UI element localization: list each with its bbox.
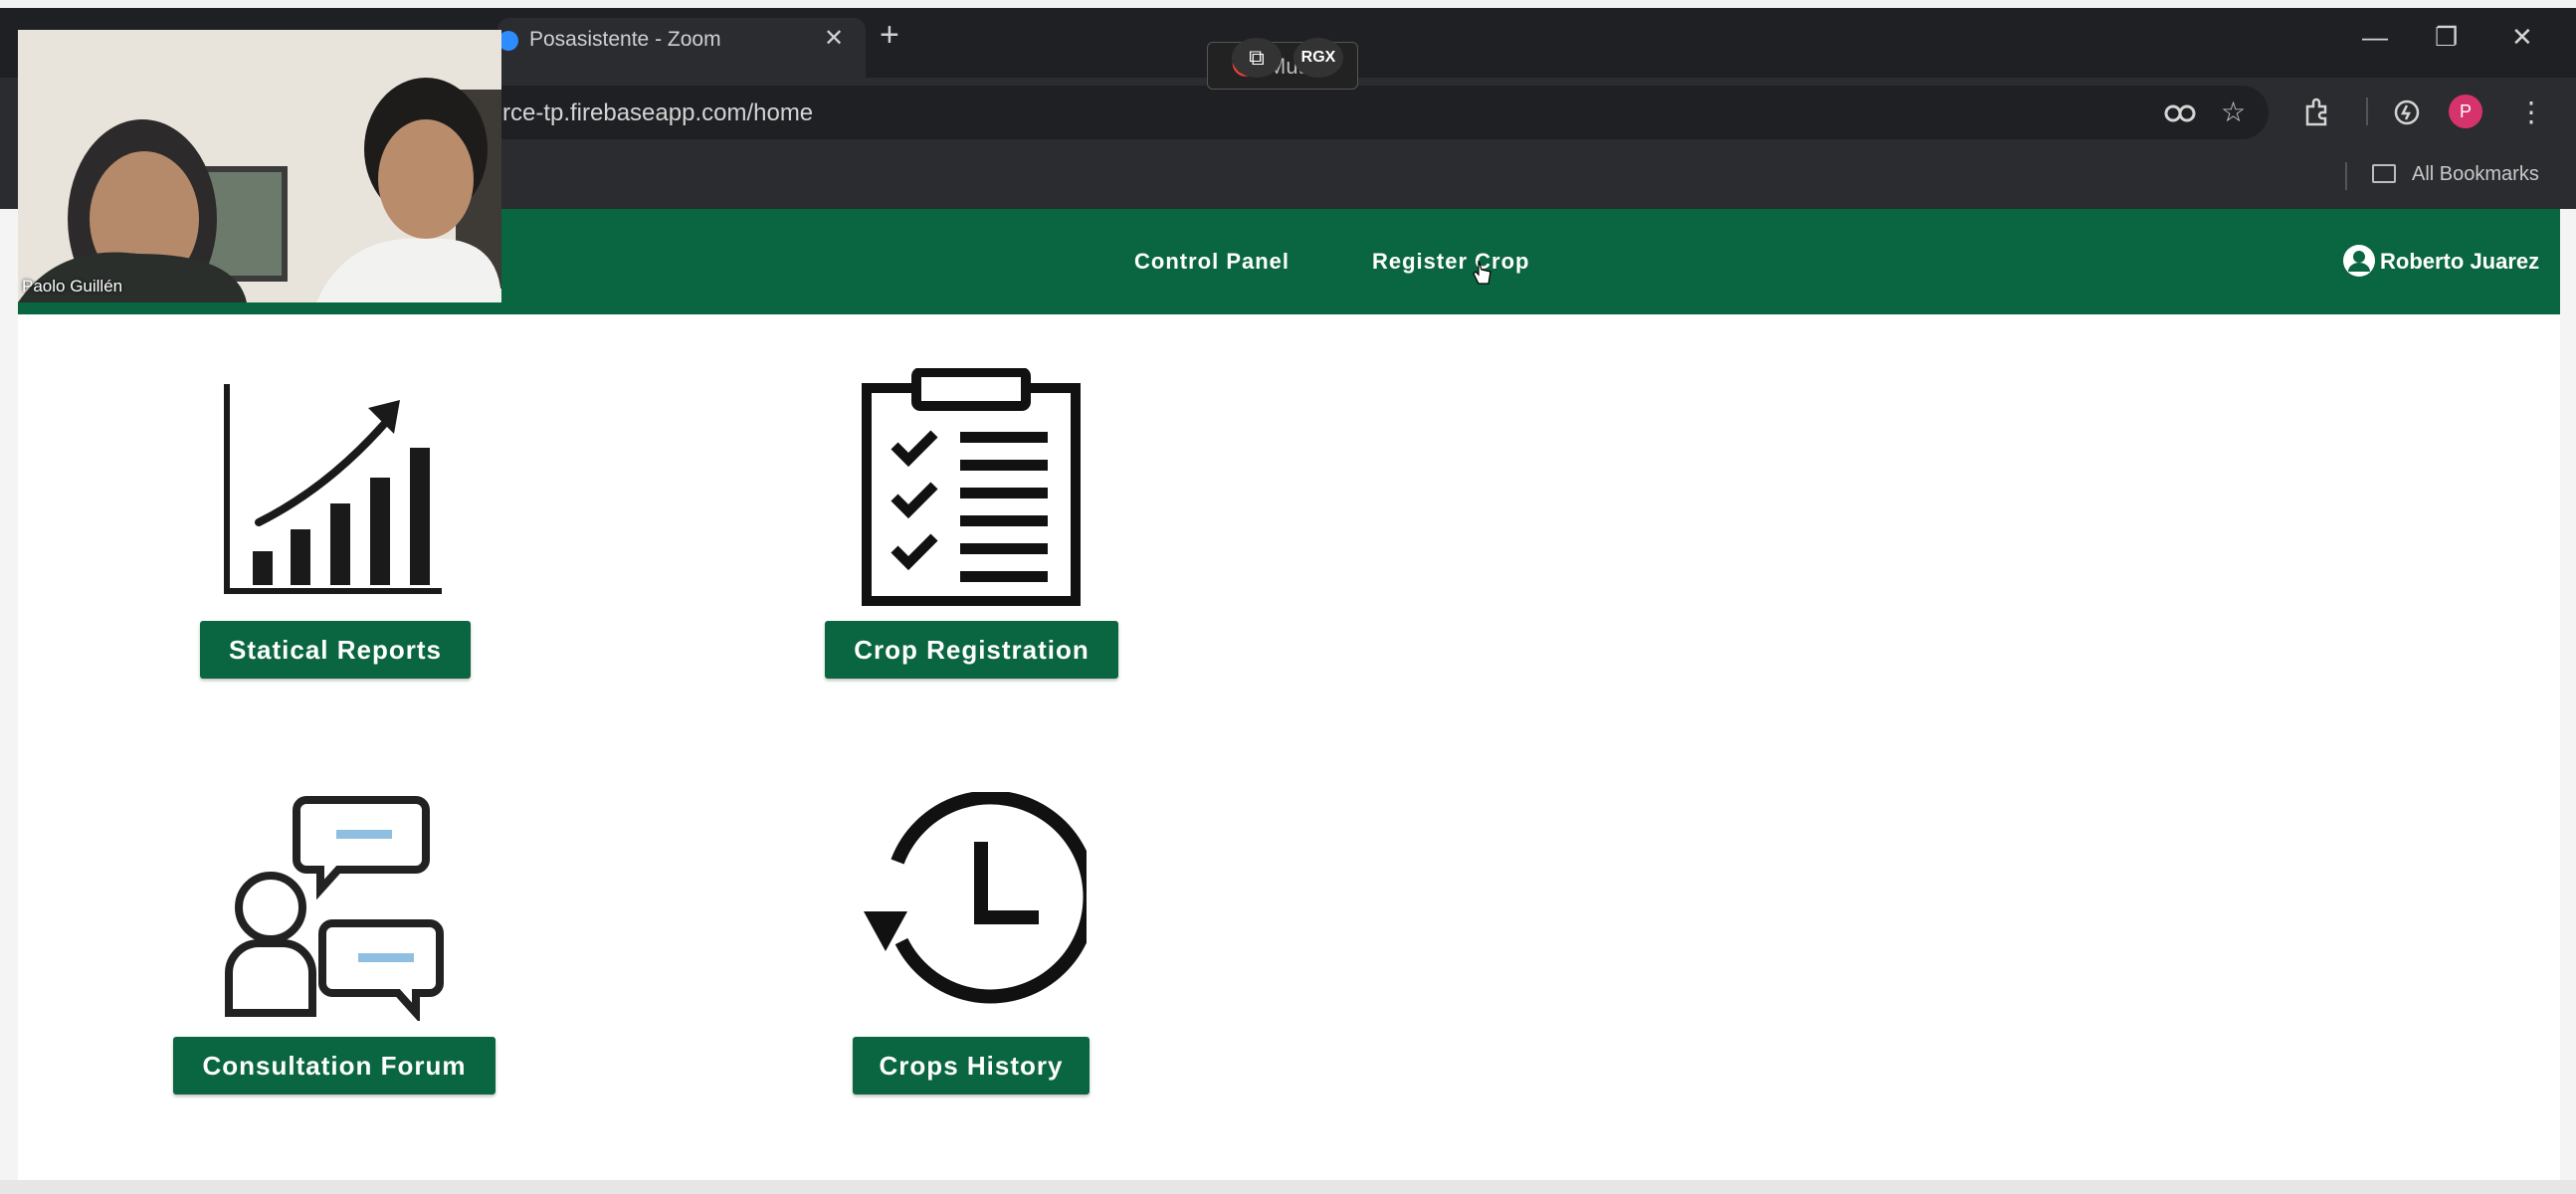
bar-chart-growth-icon xyxy=(224,384,442,594)
url-text[interactable]: rce-tp.firebaseapp.com/home xyxy=(502,100,813,127)
statical-reports-button[interactable]: Statical Reports xyxy=(200,621,471,679)
extensions-icon[interactable] xyxy=(2301,97,2331,126)
screen-top-strip xyxy=(0,0,2576,8)
bookmarks-separator xyxy=(2345,162,2347,190)
bookmark-star-icon[interactable]: ☆ xyxy=(2221,96,2246,128)
crops-history-button[interactable]: Crops History xyxy=(853,1037,1090,1094)
participant-name: Paolo Guillén xyxy=(22,277,123,296)
forum-chat-icon xyxy=(225,796,444,1021)
clipboard-checklist-icon xyxy=(862,368,1081,606)
password-key-icon[interactable] xyxy=(2164,103,2196,123)
new-tab-icon[interactable]: + xyxy=(880,18,899,52)
consultation-forum-button[interactable]: Consultation Forum xyxy=(173,1037,495,1094)
zoom-video-thumbnail[interactable] xyxy=(18,30,501,302)
performance-icon[interactable] xyxy=(2392,98,2422,127)
share-screen-icon[interactable]: ⧉ xyxy=(1232,38,1282,78)
nav-control-panel[interactable]: Control Panel xyxy=(1134,249,1289,275)
screen-bottom-strip xyxy=(0,1180,2576,1194)
profile-avatar[interactable]: P xyxy=(2449,95,2482,128)
nav-register-crop[interactable]: Register Crop xyxy=(1372,249,1529,275)
toolbar-separator xyxy=(2366,98,2368,125)
folder-icon xyxy=(2372,164,2396,183)
close-window-icon[interactable]: ✕ xyxy=(2511,22,2533,53)
minimize-icon[interactable]: — xyxy=(2362,22,2388,53)
restore-icon[interactable]: ❐ xyxy=(2435,22,2458,53)
history-clock-icon xyxy=(864,792,1087,1004)
user-name[interactable]: Roberto Juarez xyxy=(2380,249,2539,275)
tab-close-icon[interactable]: ✕ xyxy=(824,24,844,53)
rgx-badge[interactable]: RGX xyxy=(1293,38,1343,78)
participant-video-icon xyxy=(18,30,501,302)
menu-kebab-icon[interactable]: ⋮ xyxy=(2517,96,2545,128)
crop-registration-button[interactable]: Crop Registration xyxy=(825,621,1118,679)
user-avatar-icon[interactable] xyxy=(2342,244,2376,278)
mouse-cursor-icon xyxy=(1473,260,1491,285)
all-bookmarks-link[interactable]: All Bookmarks xyxy=(2412,163,2539,186)
tab-title: Posasistente - Zoom xyxy=(529,28,721,51)
